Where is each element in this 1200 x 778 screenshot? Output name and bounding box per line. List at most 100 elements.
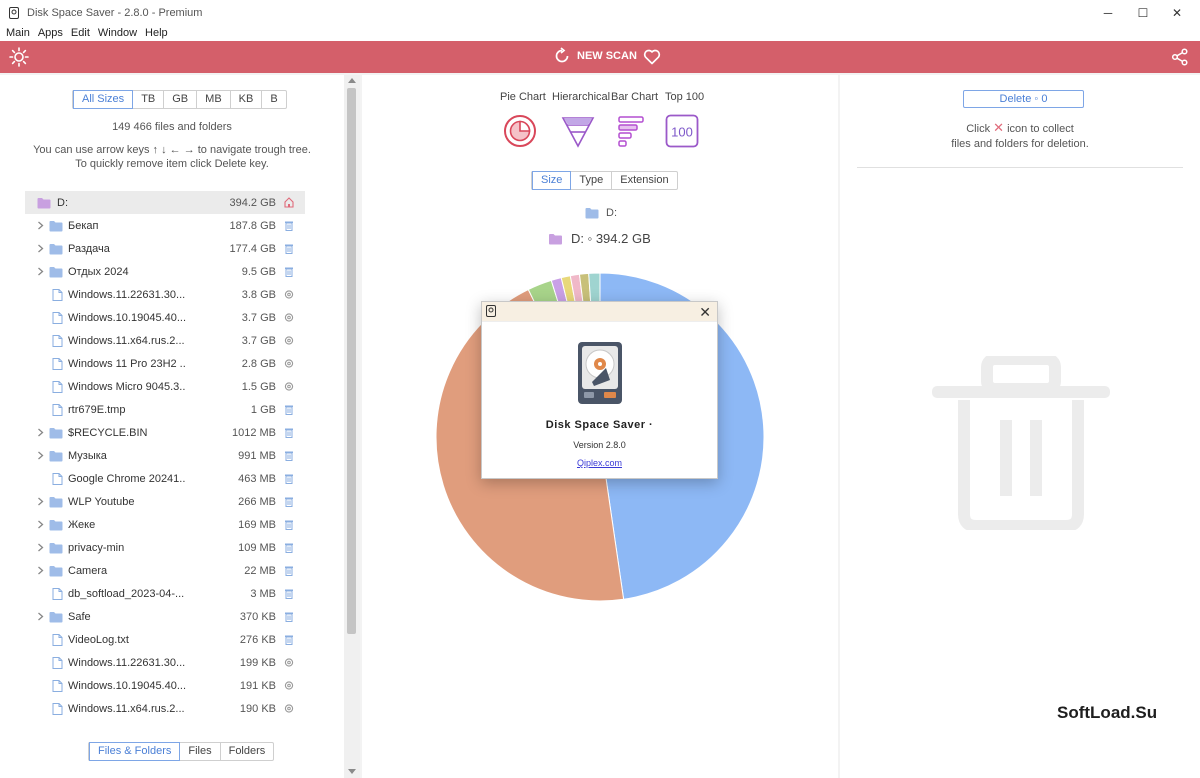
size-filter-kb[interactable]: KB [231, 91, 263, 108]
tree-row[interactable]: Windows Micro 9045.3... 1.5 GB [25, 375, 305, 398]
tab-pie-chart[interactable]: Pie Chart [500, 91, 546, 103]
top-100-icon[interactable]: 100 [665, 114, 699, 148]
menu-edit[interactable]: Edit [71, 27, 90, 39]
about-close-button[interactable]: ✕ [699, 304, 711, 321]
tab-hierarchical[interactable]: Hierarchical [552, 91, 610, 103]
group-tab-size[interactable]: Size [532, 171, 572, 190]
size-filter-group: All Sizes TB GB MB KB B [72, 90, 287, 109]
tree-row[interactable]: D: 394.2 GB [25, 191, 305, 214]
trash-icon[interactable] [284, 634, 294, 645]
size-filter-mb[interactable]: MB [197, 91, 231, 108]
pie-chart-icon[interactable] [503, 114, 537, 148]
gear-icon[interactable] [284, 703, 294, 714]
folder-icon [49, 566, 63, 577]
scroll-up-arrow-icon[interactable] [348, 78, 356, 83]
breadcrumb[interactable]: D: [585, 207, 617, 219]
share-icon[interactable] [1171, 48, 1189, 66]
size-filter-tb[interactable]: TB [133, 91, 165, 108]
tree-row[interactable]: privacy-min 109 MB [25, 536, 305, 559]
tree-row[interactable]: Жеке 169 MB [25, 513, 305, 536]
tree-row[interactable]: Windows 11 Pro 23H2 ... 2.8 GB [25, 352, 305, 375]
gear-icon[interactable] [284, 680, 294, 691]
hierarchical-icon[interactable] [561, 114, 595, 148]
trash-icon[interactable] [284, 243, 294, 254]
tree-row[interactable]: Windows.11.22631.30... 199 KB [25, 651, 305, 674]
about-website-link[interactable]: Qiplex.com [482, 458, 717, 468]
scrollbar-thumb[interactable] [347, 88, 356, 634]
tab-folders[interactable]: Folders [221, 743, 274, 760]
tree-row[interactable]: rtr679E.tmp 1 GB [25, 398, 305, 421]
chevron-right-icon[interactable] [37, 497, 44, 506]
tree-row[interactable]: VideoLog.txt 276 KB [25, 628, 305, 651]
chevron-right-icon[interactable] [37, 520, 44, 529]
new-scan-button[interactable]: NEW SCAN [553, 47, 637, 65]
size-filter-gb[interactable]: GB [164, 91, 198, 108]
chevron-right-icon[interactable] [37, 612, 44, 621]
tree-row[interactable]: Музыка 991 MB [25, 444, 305, 467]
tree-row[interactable]: Windows.11.22631.30... 3.8 GB [25, 283, 305, 306]
gear-icon[interactable] [284, 289, 294, 300]
gear-icon[interactable] [284, 335, 294, 346]
tree-row[interactable]: Раздача 177.4 GB [25, 237, 305, 260]
chevron-right-icon[interactable] [37, 221, 44, 230]
bar-chart-icon[interactable] [615, 114, 649, 148]
tree-row[interactable]: $RECYCLE.BIN 1012 MB [25, 421, 305, 444]
heart-icon[interactable] [643, 48, 661, 66]
trash-icon[interactable] [284, 220, 294, 231]
group-tab-extension[interactable]: Extension [612, 172, 676, 189]
home-icon[interactable] [284, 197, 294, 208]
tree-row[interactable]: Windows.11.x64.rus.2... 190 KB [25, 697, 305, 720]
trash-icon[interactable] [284, 427, 294, 438]
trash-icon[interactable] [284, 542, 294, 553]
tab-files-and-folders[interactable]: Files & Folders [89, 742, 181, 761]
menu-window[interactable]: Window [98, 27, 137, 39]
watermark: SoftLoad.Su [1057, 703, 1158, 722]
trash-icon[interactable] [284, 450, 294, 461]
chevron-right-icon[interactable] [37, 267, 44, 276]
menu-apps[interactable]: Apps [38, 27, 63, 39]
tree-row[interactable]: Windows.10.19045.40... 3.7 GB [25, 306, 305, 329]
chevron-right-icon[interactable] [37, 543, 44, 552]
tab-bar-chart[interactable]: Bar Chart [611, 91, 658, 103]
tree-row[interactable]: Windows.10.19045.40... 191 KB [25, 674, 305, 697]
chevron-right-icon[interactable] [37, 566, 44, 575]
close-button[interactable]: ✕ [1154, 0, 1200, 25]
tree-row[interactable]: db_softload_2023-04-... 3 MB [25, 582, 305, 605]
trash-icon[interactable] [284, 611, 294, 622]
trash-icon[interactable] [284, 473, 294, 484]
trash-icon[interactable] [284, 496, 294, 507]
tree-row[interactable]: WLP Youtube 266 MB [25, 490, 305, 513]
gear-icon[interactable] [284, 358, 294, 369]
trash-icon[interactable] [284, 519, 294, 530]
tree-scrollbar[interactable] [344, 75, 360, 778]
trash-icon[interactable] [284, 565, 294, 576]
size-filter-b[interactable]: B [262, 91, 285, 108]
gear-icon[interactable] [284, 657, 294, 668]
tab-top-100[interactable]: Top 100 [665, 91, 704, 103]
trash-icon[interactable] [284, 588, 294, 599]
scroll-down-arrow-icon[interactable] [348, 769, 356, 774]
chevron-right-icon[interactable] [37, 428, 44, 437]
menu-main[interactable]: Main [6, 27, 30, 39]
trash-icon[interactable] [284, 266, 294, 277]
menu-help[interactable]: Help [145, 27, 168, 39]
file-icon [52, 703, 63, 715]
tree-row[interactable]: Отдых 2024 9.5 GB [25, 260, 305, 283]
theme-toggle-icon[interactable] [9, 47, 29, 67]
folder-icon [49, 244, 63, 255]
chevron-right-icon[interactable] [37, 451, 44, 460]
group-tab-type[interactable]: Type [571, 172, 613, 189]
tree-row[interactable]: Бекап 187.8 GB [25, 214, 305, 237]
tree-row[interactable]: Safe 370 KB [25, 605, 305, 628]
tree-row[interactable]: Windows.11.x64.rus.2... 3.7 GB [25, 329, 305, 352]
gear-icon[interactable] [284, 381, 294, 392]
tab-files[interactable]: Files [180, 743, 221, 760]
gear-icon[interactable] [284, 312, 294, 323]
tree-row[interactable]: Google Chrome 20241... 463 MB [25, 467, 305, 490]
delete-button[interactable]: Delete ◦ 0 [963, 90, 1084, 108]
about-title-bar: ✕ [482, 302, 717, 322]
trash-icon[interactable] [284, 404, 294, 415]
chevron-right-icon[interactable] [37, 244, 44, 253]
tree-row[interactable]: Camera 22 MB [25, 559, 305, 582]
size-filter-all[interactable]: All Sizes [73, 90, 134, 109]
